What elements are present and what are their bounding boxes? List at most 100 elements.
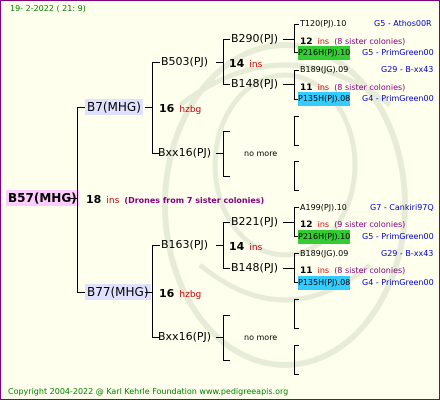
great-grandparent-3[interactable]: B221(PJ) [231, 215, 278, 229]
root-bottom-tick [77, 292, 85, 293]
root-info: 18 ins (Drones from 7 sister colonies) [86, 191, 264, 208]
g1-bottom-tick [223, 84, 230, 85]
ggg-a-name[interactable]: T120(PJ).10 [300, 19, 346, 28]
ggg-c2-right: G5 - PrimGreen00 [362, 232, 434, 241]
parent-queen-1[interactable]: B7(MHG) [85, 99, 143, 115]
ggg-d-sis: (8 sister colonies) [334, 266, 406, 275]
parent2-info: 16 hzbg [159, 285, 201, 302]
ggg-a-right: G5 - Athos00R [374, 19, 432, 28]
ggg-d-ins: ins [317, 266, 330, 275]
gg4-top-tick [294, 253, 299, 254]
ggg-a: T120(PJ).10 [300, 17, 346, 31]
ggg-a-ins: ins [317, 37, 330, 46]
ggg-d2-right: G4 - PrimGreen00 [362, 278, 434, 287]
g2-nomore: no more [244, 149, 278, 158]
empty-bracket-2-top [294, 161, 299, 162]
empty-bracket-2-bottom [294, 190, 299, 191]
grandparent-4[interactable]: Bxx16(PJ) [158, 330, 211, 344]
root-stub [70, 198, 78, 199]
parent1-label: hzbg [179, 105, 202, 115]
great-grandparent-1[interactable]: B290(PJ) [231, 32, 278, 46]
ggg-b-name[interactable]: B189(JG).09 [300, 65, 348, 74]
g4-nomore: no more [244, 333, 278, 342]
ggg-b-right: G29 - B-xx43 [381, 65, 434, 74]
ggg-c-ins: ins [317, 220, 330, 229]
gg2-top-tick [294, 70, 299, 71]
ggg-c-count: 12 [300, 220, 313, 230]
empty-bracket-4 [294, 345, 295, 375]
grandparent-2[interactable]: Bxx16(PJ) [158, 146, 211, 160]
ggg-c-name[interactable]: A199(PJ).10 [300, 203, 347, 212]
gg2-stub [283, 84, 295, 85]
copyright-text[interactable]: Copyright 2004-2022 @ Karl Kehrle Founda… [8, 385, 288, 399]
empty-bracket-1-top [294, 116, 299, 117]
g2-top-tick [223, 131, 230, 132]
date-stamp: 19- 2-2022 ( 21: 9) [10, 4, 86, 13]
empty-bracket-4-bottom [294, 374, 299, 375]
ggg-c: A199(PJ).10 [300, 201, 347, 215]
ggg-b-ins: ins [317, 83, 330, 92]
g1-info: 14 ins [229, 55, 262, 72]
ggg-a-sis: (8 sister colonies) [334, 37, 406, 46]
empty-bracket-3-bottom [294, 328, 299, 329]
ggg-a2-right: G5 - PrimGreen00 [362, 48, 434, 57]
p2-stub [145, 292, 153, 293]
g2-bracket [223, 131, 224, 177]
g4-top-tick [223, 315, 230, 316]
ggg-d-count: 11 [300, 266, 313, 276]
ggg-b-sis: (8 sister colonies) [334, 83, 406, 92]
empty-bracket-3 [294, 299, 295, 329]
gg3-top-tick [294, 207, 299, 208]
p1-top-tick [152, 62, 160, 63]
ggg-a2-name[interactable]: P216H(PJ).10 [298, 46, 351, 60]
parent2-count: 16 [159, 287, 175, 300]
root-top-tick [77, 107, 85, 108]
ggg-d-right: G29 - B-xx43 [381, 249, 434, 258]
great-grandparent-2[interactable]: B148(PJ) [231, 77, 278, 91]
root-ins-count: 18 [86, 193, 102, 206]
ggg-d: B189(JG).09 [300, 247, 348, 261]
empty-bracket-1 [294, 116, 295, 146]
g2-stub [216, 153, 224, 154]
g1-count: 14 [229, 57, 245, 70]
gg2-bracket [294, 70, 295, 100]
g4-bracket [223, 315, 224, 361]
g3-top-tick [223, 222, 230, 223]
g2-bottom-tick [223, 176, 230, 177]
gg3-stub [283, 222, 295, 223]
parent-queen-2[interactable]: B77(MHG) [85, 284, 151, 300]
empty-bracket-4-top [294, 345, 299, 346]
gg1-top-tick [294, 24, 299, 25]
g4-bottom-tick [223, 360, 230, 361]
great-grandparent-4[interactable]: B148(PJ) [231, 261, 278, 275]
empty-bracket-3-top [294, 299, 299, 300]
p1-bracket [152, 62, 153, 154]
g1-stub [216, 62, 224, 63]
g3-info: 14 ins [229, 238, 262, 255]
root-drones-note: (Drones from 7 sister colonies) [124, 196, 265, 205]
gg1-stub [283, 39, 295, 40]
root-bracket [77, 107, 78, 293]
parent1-count: 16 [159, 102, 175, 115]
g3-count: 14 [229, 240, 245, 253]
parent1-info: 16 hzbg [159, 100, 201, 117]
root-ins-label: ins [106, 196, 120, 206]
empty-bracket-2 [294, 161, 295, 191]
ggg-d2-name[interactable]: P135H(PJ).08 [298, 276, 351, 290]
grandparent-1[interactable]: B503(PJ) [161, 55, 208, 69]
ggg-c2-name[interactable]: P216H(PJ).10 [298, 230, 351, 244]
ggg-c-right: G7 - Cankiri97Q [370, 203, 434, 212]
g3-bottom-tick [223, 268, 230, 269]
g4-stub [216, 337, 224, 338]
ggg-b2-name[interactable]: P135H(PJ).08 [298, 92, 351, 106]
ggg-b: B189(JG).09 [300, 63, 348, 77]
gg4-stub [283, 268, 295, 269]
ggg-c-sis: (9 sister colonies) [334, 220, 406, 229]
g1-top-tick [223, 39, 230, 40]
root-queen[interactable]: B57(MHG) [6, 190, 79, 206]
grandparent-3[interactable]: B163(PJ) [161, 238, 208, 252]
p1-stub [145, 107, 153, 108]
ggg-d-name[interactable]: B189(JG).09 [300, 249, 348, 258]
empty-bracket-1-bottom [294, 145, 299, 146]
g3-stub [216, 245, 224, 246]
